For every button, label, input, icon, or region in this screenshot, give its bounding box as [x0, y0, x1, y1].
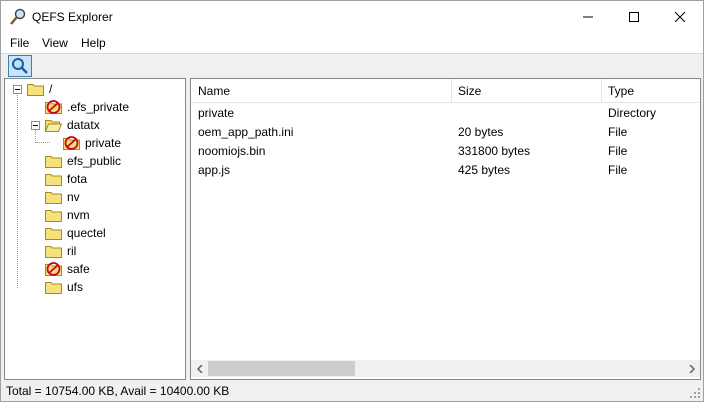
tree-item-safe[interactable]: safe — [45, 260, 90, 278]
tree-connector — [36, 142, 50, 143]
tree-item-label: nv — [67, 190, 80, 204]
folder-tree[interactable]: / .efs_private datatx private efs_public… — [4, 78, 186, 380]
minimize-button[interactable] — [565, 1, 611, 32]
magnifier-icon — [12, 58, 28, 74]
cell-size: 331800 bytes — [458, 144, 531, 158]
folder-icon — [45, 174, 62, 186]
tree-item-efs-private[interactable]: .efs_private — [45, 98, 129, 116]
list-item[interactable]: noomiojs.bin 331800 bytes File — [191, 142, 700, 161]
tree-item-label: .efs_private — [67, 100, 130, 114]
open-folder-icon — [45, 120, 62, 132]
folder-icon — [27, 84, 44, 96]
tree-item-ril[interactable]: ril — [45, 242, 76, 260]
folder-icon — [45, 210, 62, 222]
tree-item-label: nvm — [67, 208, 90, 222]
chevron-left-icon — [196, 364, 203, 373]
folder-icon — [45, 246, 62, 258]
cell-type: File — [608, 144, 628, 158]
maximize-icon — [629, 11, 639, 22]
restricted-folder-icon — [63, 136, 80, 150]
tree-item-label: datatx — [67, 118, 100, 132]
tree-item-label: efs_public — [67, 154, 122, 168]
list-item[interactable]: app.js 425 bytes File — [191, 161, 700, 180]
horizontal-scrollbar[interactable] — [191, 360, 700, 377]
column-header-name[interactable]: Name — [191, 79, 451, 103]
title-bar: QEFS Explorer — [1, 1, 703, 32]
cell-type: File — [608, 125, 628, 139]
menu-help[interactable]: Help — [81, 36, 106, 50]
resize-grip-icon[interactable] — [690, 388, 700, 398]
file-list[interactable]: Name Size Type private Directory oem_app… — [190, 78, 701, 380]
folder-icon — [45, 156, 62, 168]
cell-name: noomiojs.bin — [198, 144, 266, 158]
collapse-datatx-toggle[interactable] — [31, 121, 40, 130]
cell-name: oem_app_path.ini — [198, 125, 294, 139]
scroll-thumb[interactable] — [208, 361, 355, 376]
chevron-right-icon — [688, 364, 695, 373]
column-header-size[interactable]: Size — [451, 79, 601, 103]
tree-connector — [35, 129, 36, 143]
close-button[interactable] — [657, 1, 703, 32]
tree-item-label: private — [85, 136, 122, 150]
list-item[interactable]: oem_app_path.ini 20 bytes File — [191, 123, 700, 142]
cell-size: 20 bytes — [458, 125, 504, 139]
scroll-left-button[interactable] — [191, 360, 208, 377]
qefs-explorer-window: QEFS Explorer File View Help / .efs_priv… — [0, 0, 704, 402]
tree-item-ufs[interactable]: ufs — [45, 278, 83, 296]
tree-item-nvm[interactable]: nvm — [45, 206, 90, 224]
status-text: Total = 10754.00 KB, Avail = 10400.00 KB — [6, 384, 230, 398]
restricted-folder-icon — [45, 100, 62, 114]
toolbar — [1, 53, 703, 77]
close-icon — [675, 11, 685, 22]
menu-file[interactable]: File — [10, 36, 29, 50]
cell-type: Directory — [608, 106, 657, 120]
tree-item-efs-public[interactable]: efs_public — [45, 152, 121, 170]
search-button[interactable] — [8, 55, 32, 77]
column-header-type[interactable]: Type — [601, 79, 700, 103]
tree-item-label: ril — [67, 244, 77, 258]
tree-item-label: safe — [67, 262, 90, 276]
maximize-button[interactable] — [611, 1, 657, 32]
window-title: QEFS Explorer — [32, 10, 113, 24]
restricted-folder-icon — [45, 262, 62, 276]
tree-item-quectel[interactable]: quectel — [45, 224, 106, 242]
tree-item-datatx[interactable]: datatx — [45, 116, 100, 134]
tree-connector — [17, 93, 18, 288]
tree-item-nv[interactable]: nv — [45, 188, 80, 206]
folder-icon — [45, 192, 62, 204]
tree-item-root[interactable]: / — [27, 80, 52, 98]
cell-size: 425 bytes — [458, 163, 511, 177]
tree-item-label: / — [49, 82, 53, 96]
list-item[interactable]: private Directory — [191, 104, 700, 123]
tree-item-fota[interactable]: fota — [45, 170, 87, 188]
tree-item-label: quectel — [67, 226, 106, 240]
tree-item-private[interactable]: private — [63, 134, 121, 152]
cell-name: private — [198, 106, 235, 120]
folder-icon — [45, 228, 62, 240]
menu-bar: File View Help — [1, 32, 703, 53]
tree-item-label: fota — [67, 172, 88, 186]
folder-icon — [45, 282, 62, 294]
cell-name: app.js — [198, 163, 231, 177]
list-header: Name Size Type — [191, 79, 700, 103]
minimize-icon — [583, 16, 593, 17]
status-bar: Total = 10754.00 KB, Avail = 10400.00 KB — [1, 380, 703, 401]
collapse-root-toggle[interactable] — [13, 85, 22, 94]
tree-item-label: ufs — [67, 280, 84, 294]
menu-view[interactable]: View — [42, 36, 68, 50]
cell-type: File — [608, 163, 628, 177]
magnifier-app-icon — [10, 8, 26, 25]
scroll-right-button[interactable] — [683, 360, 700, 377]
